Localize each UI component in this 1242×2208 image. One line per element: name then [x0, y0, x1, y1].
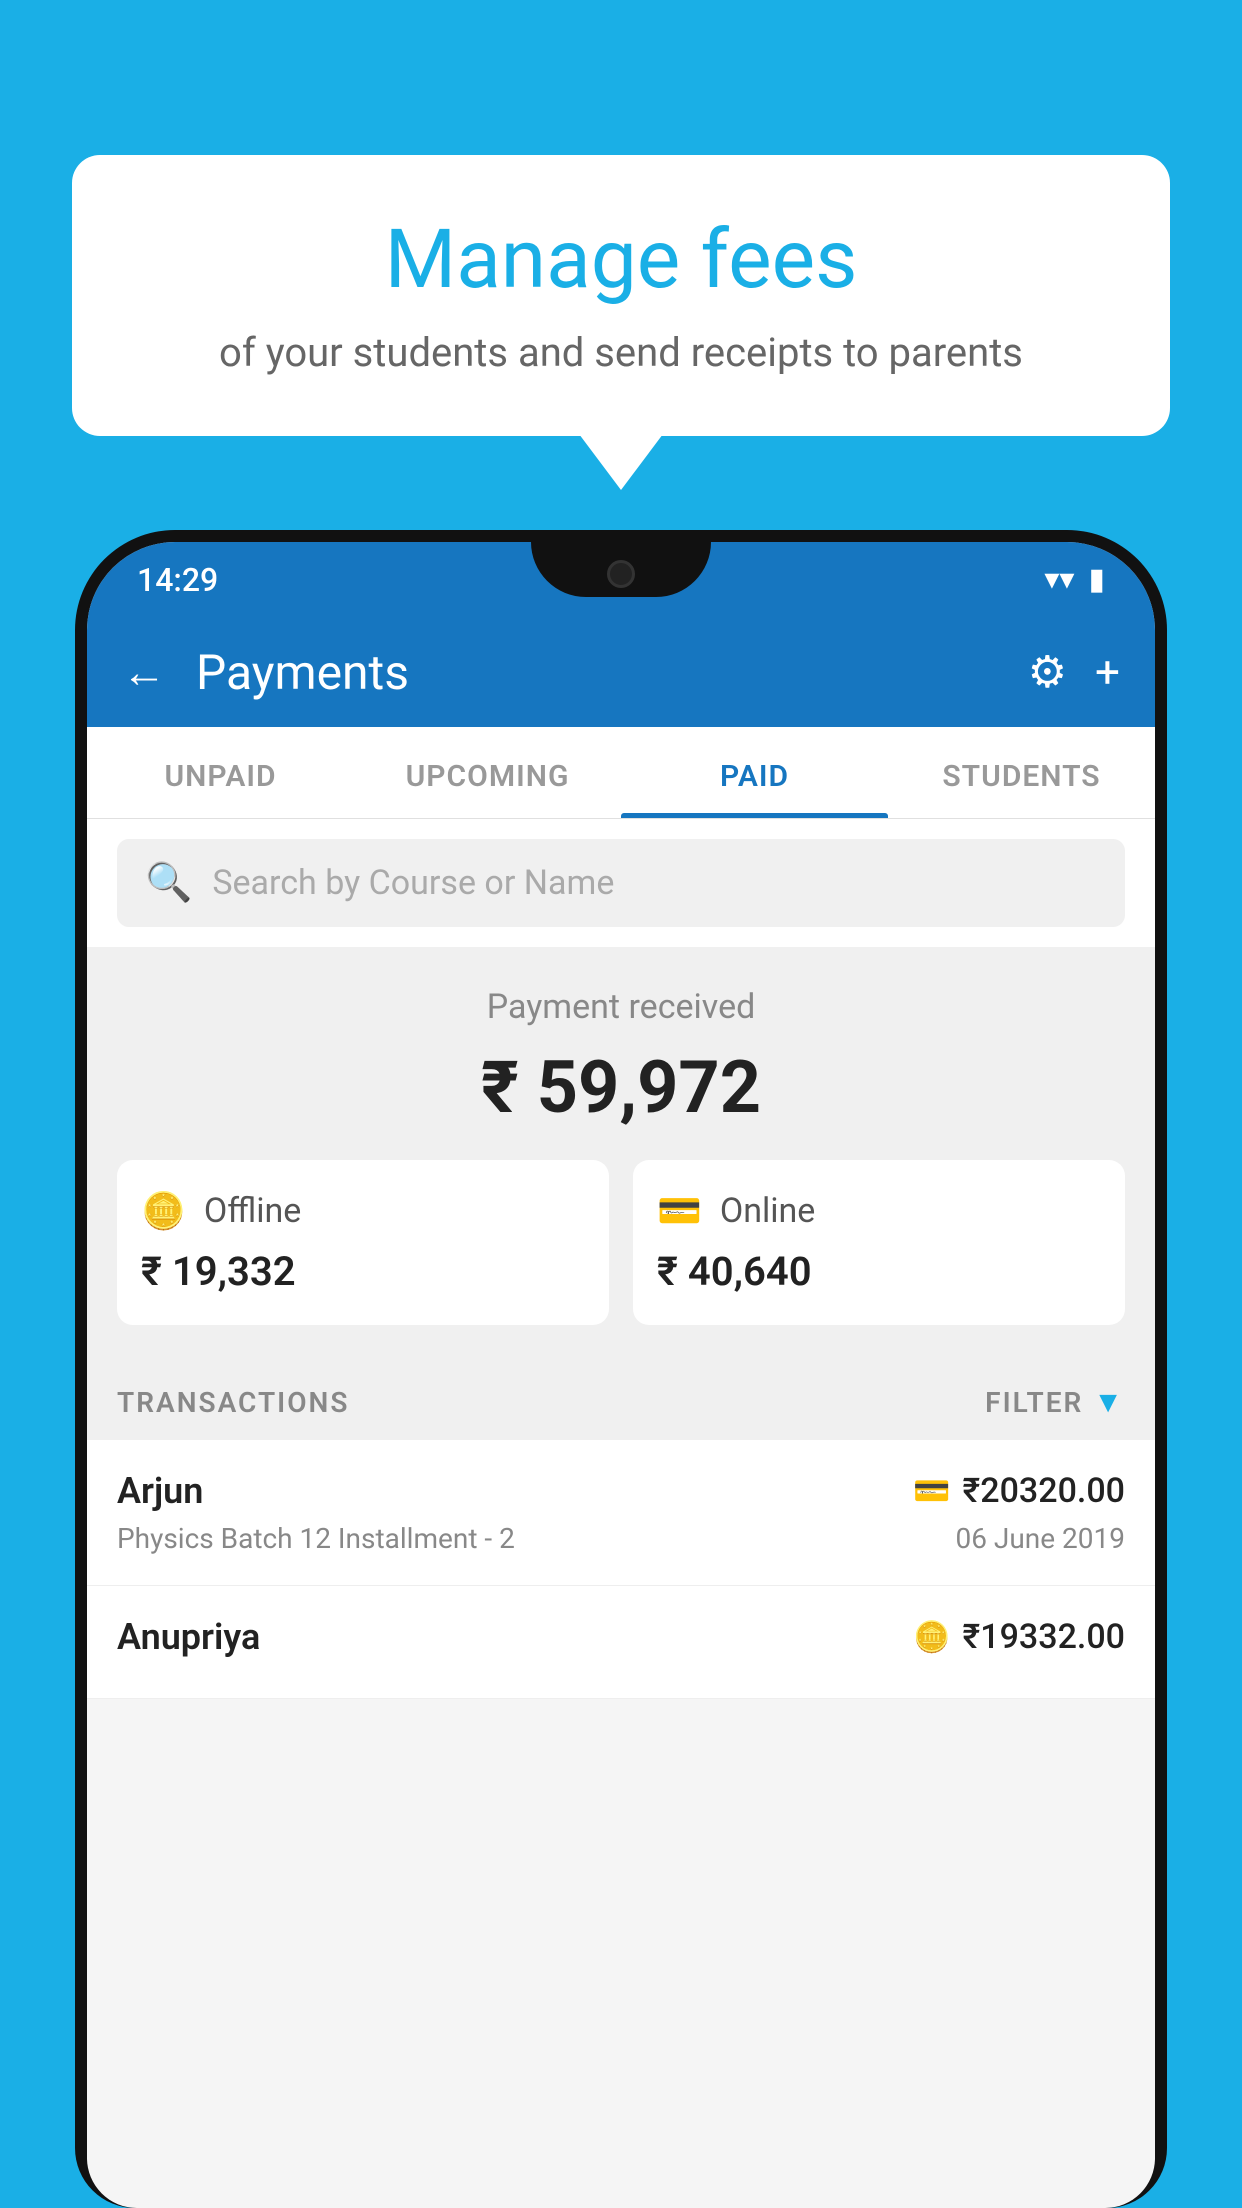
filter-label: FILTER — [985, 1386, 1083, 1419]
transaction-row-top: Anupriya 🪙 ₹19332.00 — [117, 1616, 1125, 1658]
speech-bubble: Manage fees of your students and send re… — [72, 155, 1170, 436]
bubble-subtitle: of your students and send receipts to pa… — [132, 325, 1110, 381]
payment-cards: 🪙 Offline ₹ 19,332 💳 Online ₹ 40,640 — [117, 1160, 1125, 1325]
transaction-name: Arjun — [117, 1470, 203, 1512]
search-placeholder: Search by Course or Name — [212, 863, 614, 903]
tab-unpaid[interactable]: UNPAID — [87, 727, 354, 818]
status-time: 14:29 — [137, 561, 218, 599]
offline-amount: ₹ 19,332 — [141, 1248, 585, 1295]
tab-students[interactable]: STUDENTS — [888, 727, 1155, 818]
search-bar[interactable]: 🔍 Search by Course or Name — [117, 839, 1125, 927]
transactions-header: TRANSACTIONS FILTER ▼ — [87, 1355, 1155, 1440]
bubble-title: Manage fees — [132, 215, 1110, 305]
transaction-amount: ₹19332.00 — [963, 1617, 1125, 1657]
battery-icon: ▮ — [1088, 562, 1105, 597]
phone-frame: 14:29 ▾▾ ▮ ← Payments ⚙ + UNPAID UPC — [75, 530, 1167, 2208]
search-container: 🔍 Search by Course or Name — [87, 819, 1155, 947]
online-label: Online — [720, 1191, 816, 1231]
filter-icon: ▼ — [1093, 1385, 1125, 1420]
status-icons: ▾▾ ▮ — [1044, 562, 1105, 597]
transactions-label: TRANSACTIONS — [117, 1386, 349, 1419]
header-title: Payments — [196, 644, 998, 701]
search-icon: 🔍 — [145, 861, 192, 905]
wifi-icon: ▾▾ — [1044, 562, 1074, 597]
payment-received-label: Payment received — [117, 987, 1125, 1027]
transaction-amount: ₹20320.00 — [963, 1471, 1125, 1511]
settings-button[interactable]: ⚙ — [1028, 646, 1067, 698]
cash-icon: 🪙 — [141, 1190, 186, 1232]
online-amount: ₹ 40,640 — [657, 1248, 1101, 1295]
online-card: 💳 Online ₹ 40,640 — [633, 1160, 1125, 1325]
back-button[interactable]: ← — [122, 646, 166, 698]
payment-total-amount: ₹ 59,972 — [117, 1045, 1125, 1130]
filter-button[interactable]: FILTER ▼ — [985, 1385, 1125, 1420]
online-card-header: 💳 Online — [657, 1190, 1101, 1232]
camera — [607, 560, 635, 588]
tab-upcoming[interactable]: UPCOMING — [354, 727, 621, 818]
app-header: ← Payments ⚙ + — [87, 617, 1155, 727]
transaction-amount-wrapper: 🪙 ₹19332.00 — [913, 1617, 1125, 1657]
transaction-row-top: Arjun 💳 ₹20320.00 — [117, 1470, 1125, 1512]
offline-card-header: 🪙 Offline — [141, 1190, 585, 1232]
transaction-date: 06 June 2019 — [955, 1522, 1125, 1555]
header-actions: ⚙ + — [1028, 646, 1120, 698]
transaction-row-bottom: Physics Batch 12 Installment - 2 06 June… — [117, 1522, 1125, 1555]
payment-summary: Payment received ₹ 59,972 🪙 Offline ₹ 19… — [87, 947, 1155, 1355]
notch — [531, 542, 711, 597]
transaction-description: Physics Batch 12 Installment - 2 — [117, 1522, 515, 1555]
add-button[interactable]: + — [1095, 646, 1120, 698]
transaction-amount-wrapper: 💳 ₹20320.00 — [913, 1471, 1125, 1511]
tabs-bar: UNPAID UPCOMING PAID STUDENTS — [87, 727, 1155, 819]
offline-card: 🪙 Offline ₹ 19,332 — [117, 1160, 609, 1325]
transaction-name: Anupriya — [117, 1616, 260, 1658]
transaction-row[interactable]: Anupriya 🪙 ₹19332.00 — [87, 1586, 1155, 1699]
card-icon: 💳 — [657, 1190, 702, 1232]
tab-paid[interactable]: PAID — [621, 727, 888, 818]
offline-label: Offline — [204, 1191, 301, 1231]
card-payment-icon: 💳 — [913, 1474, 950, 1509]
cash-payment-icon: 🪙 — [913, 1620, 950, 1655]
status-bar: 14:29 ▾▾ ▮ — [87, 542, 1155, 617]
phone-screen: 14:29 ▾▾ ▮ ← Payments ⚙ + UNPAID UPC — [87, 542, 1155, 2208]
transaction-row[interactable]: Arjun 💳 ₹20320.00 Physics Batch 12 Insta… — [87, 1440, 1155, 1586]
